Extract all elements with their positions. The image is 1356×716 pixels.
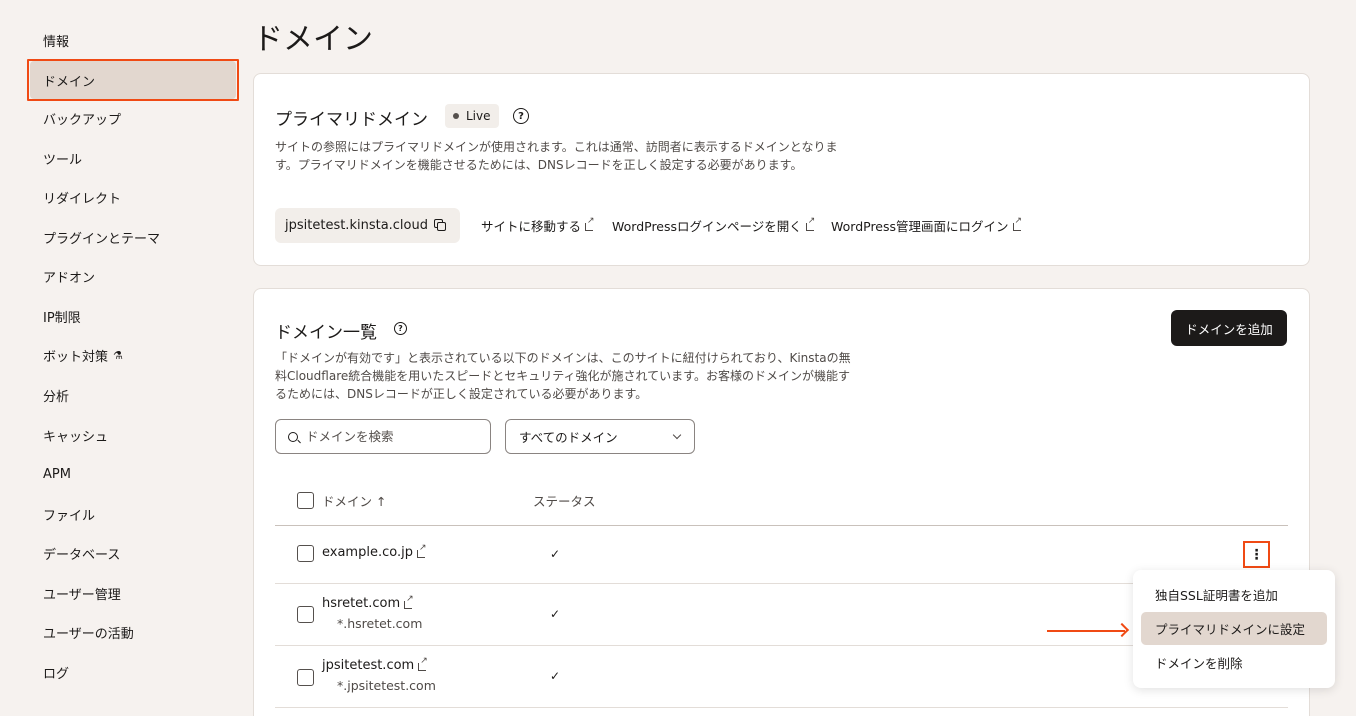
row-domain[interactable]: example.co.jp [322,543,427,561]
help-icon[interactable]: ? [513,108,529,124]
row-checkbox[interactable] [297,669,314,686]
external-link-icon [1012,216,1023,231]
row-divider [275,707,1288,708]
status-check-icon: ✓ [550,547,561,561]
highlight-box [27,59,239,101]
chevron-down-icon [672,430,682,440]
sidebar-item-info[interactable]: 情報 [30,21,236,59]
search-icon [288,431,298,442]
sidebar-item-addons[interactable]: アドオン [30,257,236,295]
sidebar-item-ip-deny[interactable]: IP制限 [30,297,236,335]
domain-search [275,419,491,454]
search-input[interactable] [306,429,466,444]
help-icon[interactable]: ? [394,322,407,335]
row-checkbox[interactable] [297,606,314,623]
column-header-status: ステータス [533,494,596,509]
sidebar-item-logs[interactable]: ログ [30,653,236,691]
live-badge: Live [445,104,499,128]
arrow-annotation-icon [1047,630,1125,632]
header-divider [275,525,1288,526]
external-link-icon [585,216,595,231]
sidebar-item-backups[interactable]: バックアップ [30,99,236,137]
row-checkbox[interactable] [297,545,314,562]
select-all-checkbox[interactable] [297,492,314,509]
sidebar: 情報 ドメイン バックアップ ツール リダイレクト プラグインとテーマ アドオン… [0,0,240,716]
primary-domain-chip: jpsitetest.kinsta.cloud [275,208,460,243]
external-link-icon [416,543,427,558]
sidebar-item-files[interactable]: ファイル [30,495,236,533]
menu-item-delete-domain[interactable]: ドメインを削除 [1141,646,1327,679]
page-title: ドメイン [253,22,373,57]
sidebar-item-cache[interactable]: キャッシュ [30,416,236,454]
beaker-icon: ⚗ [113,348,123,362]
sidebar-item-apm[interactable]: APM [30,455,236,493]
menu-item-set-primary[interactable]: プライマリドメインに設定 [1141,612,1327,645]
status-check-icon: ✓ [550,669,561,683]
visit-site-link[interactable]: サイトに移動する [481,216,595,235]
row-actions-menu: 独自SSL証明書を追加 プライマリドメインに設定 ドメインを削除 [1133,570,1335,688]
copy-icon[interactable] [434,219,447,232]
primary-domain-title: プライマリドメイン [275,110,428,130]
domain-filter-select[interactable]: すべてのドメイン [505,419,695,454]
sidebar-item-analytics[interactable]: 分析 [30,376,236,414]
sidebar-item-tools[interactable]: ツール [30,139,236,177]
more-options-icon[interactable]: ⋮ [1243,541,1270,568]
menu-item-add-ssl[interactable]: 独自SSL証明書を追加 [1141,578,1327,611]
status-check-icon: ✓ [550,607,561,621]
sidebar-item-redirects[interactable]: リダイレクト [30,178,236,216]
wp-admin-link[interactable]: WordPress管理画面にログイン [831,216,1023,235]
primary-domain-description: サイトの参照にはプライマリドメインが使用されます。これは通常、訪問者に表示するド… [275,140,838,172]
row-domain[interactable]: jpsitetest.com [322,656,428,674]
wp-login-link[interactable]: WordPressログインページを開く [612,216,816,235]
row-wildcard: *.hsretet.com [337,616,423,631]
column-header-domain[interactable]: ドメイン ↑ [322,491,386,510]
external-link-icon [805,216,816,231]
domain-list-title: ドメイン一覧 [275,323,377,343]
row-wildcard: *.jpsitetest.com [337,678,436,693]
sidebar-item-bot-protection[interactable]: ボット対策 ⚗ [30,336,236,374]
external-link-icon [404,594,414,609]
row-domain[interactable]: hsretet.com [322,594,414,612]
domain-list-description: 「ドメインが有効です」と表示されている以下のドメインは、このサイトに紐付けられて… [275,351,851,401]
sidebar-item-database[interactable]: データベース [30,534,236,572]
external-link-icon [418,656,428,671]
add-domain-button[interactable]: ドメインを追加 [1171,310,1287,346]
primary-domain-card: プライマリドメイン Live ? サイトの参照にはプライマリドメインが使用されま… [253,73,1310,266]
sidebar-item-user-activity[interactable]: ユーザーの活動 [30,613,236,651]
sidebar-item-plugins-themes[interactable]: プラグインとテーマ [30,218,236,256]
status-dot-icon [453,113,459,119]
sidebar-item-user-management[interactable]: ユーザー管理 [30,574,236,612]
